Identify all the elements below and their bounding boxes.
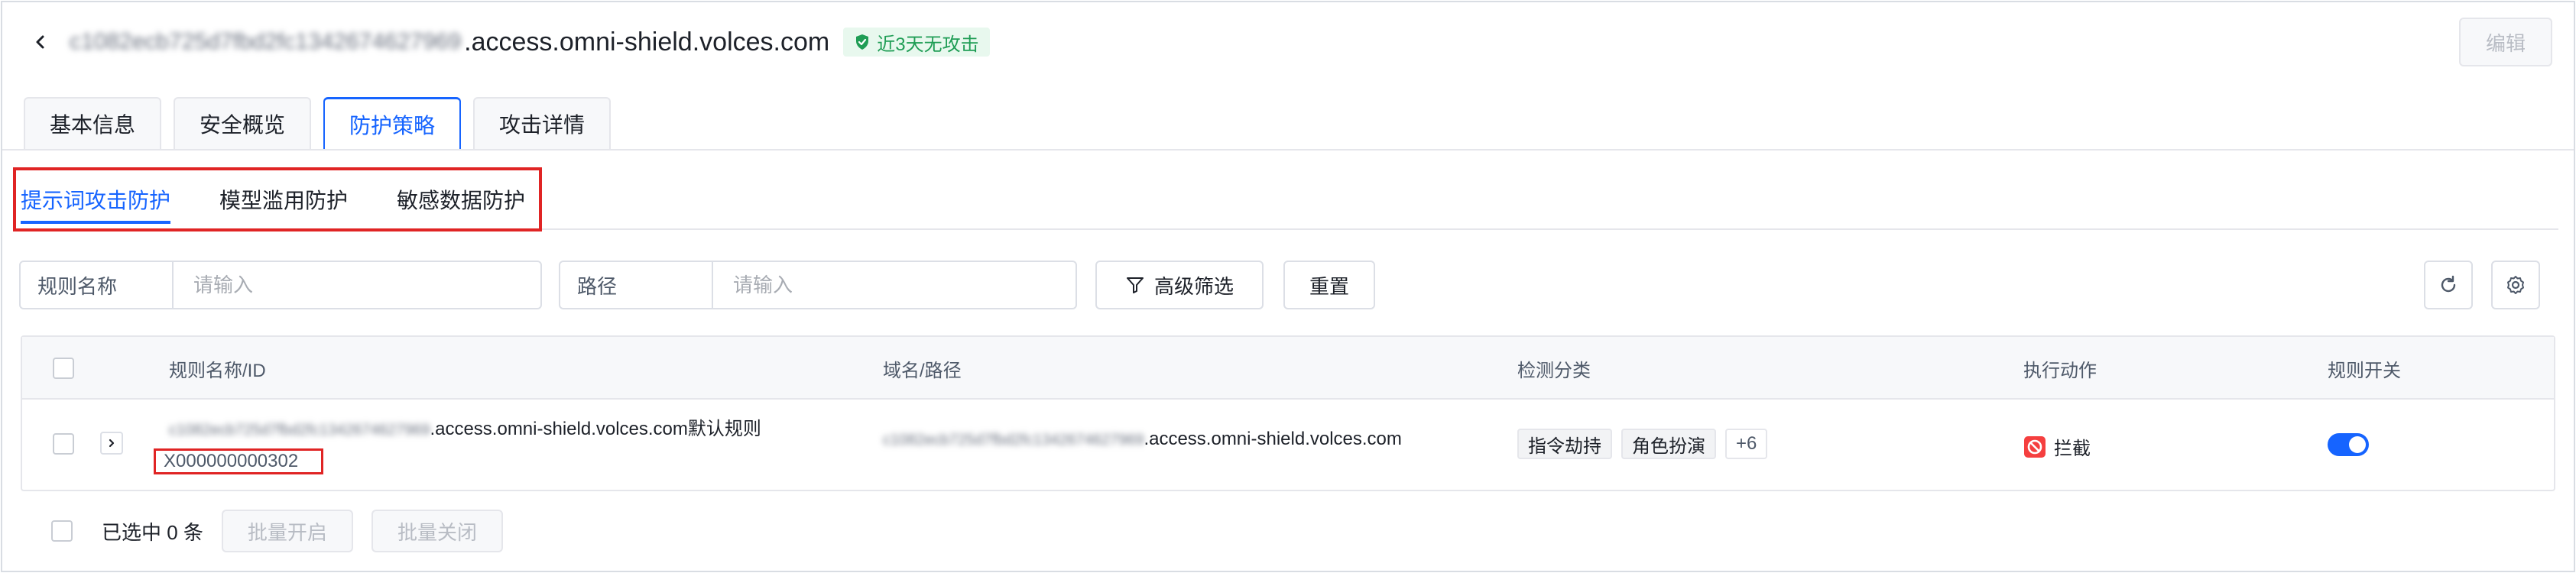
- tab-protection-policy[interactable]: 防护策略: [323, 97, 462, 149]
- category-tag: 角色扮演: [1621, 429, 1716, 459]
- footer-select-checkbox[interactable]: [51, 520, 73, 542]
- column-header-rule-switch: 规则开关: [2328, 360, 2401, 381]
- rule-toggle-switch[interactable]: [2328, 433, 2369, 456]
- table-footer: 已选中 0 条 批量开启 批量关闭: [51, 510, 503, 552]
- page-frame: c1082ecb725d7fbd2fc1342674627969 .access…: [1, 1, 2575, 572]
- rule-id: X000000000302: [154, 448, 323, 474]
- status-badge-label: 近3天无攻击: [877, 34, 979, 55]
- column-header-action: 执行动作: [2023, 360, 2097, 381]
- toggle-knob: [2349, 436, 2366, 453]
- select-all-cell: [53, 337, 74, 400]
- rules-table: 规则名称/ID 域名/路径 检测分类 执行动作 规则开关 c1082ecb725…: [21, 335, 2555, 491]
- column-header-domain-path: 域名/路径: [883, 360, 962, 381]
- action-label: 拦截: [2054, 439, 2091, 459]
- title-redacted-prefix: c1082ecb725d7fbd2fc1342674627969: [70, 29, 462, 54]
- path-filter: 路径: [559, 261, 1077, 309]
- status-badge: 近3天无攻击: [843, 28, 990, 57]
- domain-path-text: .access.omni-shield.volces.com: [1144, 429, 1402, 449]
- tab-security-overview[interactable]: 安全概览: [174, 97, 312, 149]
- column-header-detection-category: 检测分类: [1517, 360, 1591, 381]
- column-header-rule-name: 规则名称/ID: [169, 360, 266, 381]
- action-cell: 拦截: [2023, 433, 2091, 464]
- rule-name-input[interactable]: [174, 262, 540, 308]
- gear-icon: [2507, 276, 2524, 294]
- subtab-prompt-attack[interactable]: 提示词攻击防护: [21, 170, 171, 228]
- edit-button[interactable]: 编辑: [2459, 18, 2552, 66]
- category-tag: 指令劫持: [1517, 429, 1612, 459]
- rule-name-cell: c1082ecb725d7fbd2fc1342674627969.access.…: [169, 413, 761, 440]
- chevron-right-icon: [109, 439, 115, 448]
- batch-disable-button[interactable]: 批量关闭: [371, 510, 503, 552]
- back-icon[interactable]: [31, 33, 50, 51]
- refresh-icon: [2441, 275, 2456, 293]
- main-tabs: 基本信息 安全概览 防护策略 攻击详情: [24, 97, 612, 149]
- title-domain: .access.omni-shield.volces.com: [464, 27, 830, 57]
- detection-category-cell: 指令劫持 角色扮演 +6: [1517, 429, 1776, 459]
- expand-row-button[interactable]: [100, 432, 123, 455]
- advanced-filter-label: 高级筛选: [1153, 274, 1234, 298]
- refresh-button[interactable]: [2424, 261, 2473, 309]
- more-tags-badge[interactable]: +6: [1725, 429, 1768, 459]
- rule-name-label: 规则名称: [21, 262, 174, 308]
- tabs-divider: [2, 149, 2574, 151]
- subtabs-highlight-box: 提示词攻击防护 模型滥用防护 敏感数据防护: [13, 167, 542, 231]
- reset-button[interactable]: 重置: [1283, 261, 1375, 309]
- page-title: c1082ecb725d7fbd2fc1342674627969 .access…: [70, 28, 829, 57]
- table-row[interactable]: c1082ecb725d7fbd2fc1342674627969.access.…: [22, 400, 2554, 490]
- select-all-checkbox[interactable]: [53, 358, 74, 379]
- filter-icon: [1126, 277, 1144, 293]
- table-header: 规则名称/ID 域名/路径 检测分类 执行动作 规则开关: [22, 337, 2554, 400]
- page-header: c1082ecb725d7fbd2fc1342674627969 .access…: [31, 24, 990, 60]
- domain-path-cell: c1082ecb725d7fbd2fc1342674627969.access.…: [883, 429, 1402, 450]
- rule-name-filter: 规则名称: [19, 261, 542, 309]
- path-label: 路径: [560, 262, 713, 308]
- selected-count: 已选中 0 条: [102, 520, 203, 544]
- tab-attack-details[interactable]: 攻击详情: [473, 97, 612, 149]
- subtab-sensitive-data[interactable]: 敏感数据防护: [397, 170, 525, 228]
- advanced-filter-button[interactable]: 高级筛选: [1095, 261, 1264, 309]
- domain-redacted-prefix: c1082ecb725d7fbd2fc1342674627969: [883, 432, 1144, 448]
- row-checkbox[interactable]: [53, 433, 74, 455]
- subtab-model-abuse[interactable]: 模型滥用防护: [219, 170, 348, 228]
- rule-name-text: .access.omni-shield.volces.com默认规则: [430, 419, 761, 439]
- block-icon: [2024, 435, 2046, 458]
- tab-basic-info[interactable]: 基本信息: [24, 97, 162, 149]
- path-input[interactable]: [713, 262, 1075, 308]
- rule-name-redacted-prefix: c1082ecb725d7fbd2fc1342674627969: [169, 422, 430, 439]
- shield-check-icon: [856, 34, 869, 50]
- batch-enable-button[interactable]: 批量开启: [221, 510, 353, 552]
- settings-button[interactable]: [2491, 261, 2540, 309]
